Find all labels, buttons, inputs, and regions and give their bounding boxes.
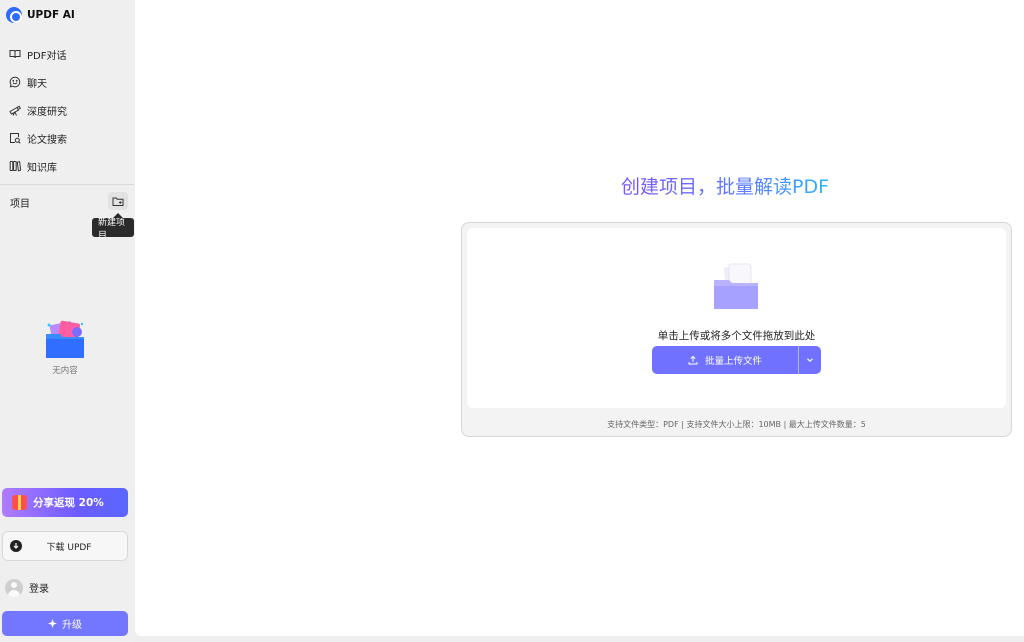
sidebar-item-pdf-chat[interactable]: PDF对话 <box>0 40 134 68</box>
sidebar-item-label: PDF对话 <box>27 50 67 62</box>
batch-upload-label: 批量上传文件 <box>704 356 762 367</box>
brand[interactable]: UPDF AI <box>6 6 75 24</box>
sidebar-item-label: 知识库 <box>27 162 57 174</box>
chevron-down-icon <box>807 358 813 363</box>
file-drop-zone[interactable]: 单击上传或将多个文件拖放到此处 批量上传文件 <box>467 228 1006 408</box>
sidebar-nav: PDF对话 聊天 深度研究 论文搜索 知识库 <box>0 40 134 180</box>
empty-state-text: 无内容 <box>52 366 78 376</box>
book-open-icon <box>9 50 21 59</box>
chat-smile-icon <box>9 76 21 88</box>
folder-upload-illustration <box>714 263 758 309</box>
promo-label: 分享返现 20% <box>33 497 104 509</box>
telescope-icon <box>9 105 21 116</box>
sparkle-icon <box>48 619 57 628</box>
upgrade-label: 升级 <box>62 620 82 631</box>
main-content: 创建项目，批量解读PDF 单击上传或将多个文件拖放到此处 批量上传文件 支持文件… <box>135 0 1024 636</box>
avatar-icon <box>5 578 23 597</box>
sidebar-item-knowledge-base[interactable]: 知识库 <box>0 152 134 180</box>
sidebar-item-paper-search[interactable]: 论文搜索 <box>0 124 134 152</box>
sidebar-item-label: 聊天 <box>27 78 47 90</box>
sidebar-divider <box>0 184 134 185</box>
download-icon <box>10 540 22 552</box>
paper-search-icon <box>10 133 21 144</box>
empty-folder-illustration <box>46 320 84 358</box>
upload-card: 单击上传或将多个文件拖放到此处 批量上传文件 支持文件类型：PDF | 支持文件… <box>461 222 1012 437</box>
drop-instructions: 单击上传或将多个文件拖放到此处 <box>657 330 816 342</box>
sidebar-item-label: 论文搜索 <box>27 134 67 146</box>
projects-heading: 项目 <box>10 199 30 210</box>
sidebar: UPDF AI PDF对话 聊天 深度研究 论文搜索 知识库 项目 新建项目 无… <box>0 0 134 642</box>
batch-upload-button[interactable]: 批量上传文件 <box>652 346 798 374</box>
gift-icon <box>12 495 27 510</box>
download-updf-button[interactable]: 下载 UPDF <box>2 531 128 561</box>
upload-icon <box>688 355 698 365</box>
updf-logo-icon <box>6 7 22 23</box>
share-cashback-banner[interactable]: 分享返现 20% <box>2 488 128 517</box>
new-project-tooltip: 新建项目 <box>92 213 134 241</box>
page-title: 创建项目，批量解读PDF <box>621 172 829 199</box>
sidebar-item-label: 深度研究 <box>27 106 67 118</box>
upload-options-dropdown[interactable] <box>799 346 821 374</box>
login-button[interactable]: 登录 <box>5 578 49 597</box>
new-project-button[interactable] <box>108 192 128 210</box>
library-icon <box>9 160 21 172</box>
upload-limits-text: 支持文件类型：PDF | 支持文件大小上限：10MB | 最大上传文件数量：5 <box>607 420 866 429</box>
brand-name: UPDF AI <box>27 9 75 21</box>
folder-plus-icon <box>112 197 124 206</box>
login-label: 登录 <box>29 584 49 595</box>
upgrade-button[interactable]: 升级 <box>2 611 128 636</box>
sidebar-item-chat[interactable]: 聊天 <box>0 68 134 96</box>
sidebar-item-deep-research[interactable]: 深度研究 <box>0 96 134 124</box>
batch-upload-button-group: 批量上传文件 <box>652 346 821 374</box>
